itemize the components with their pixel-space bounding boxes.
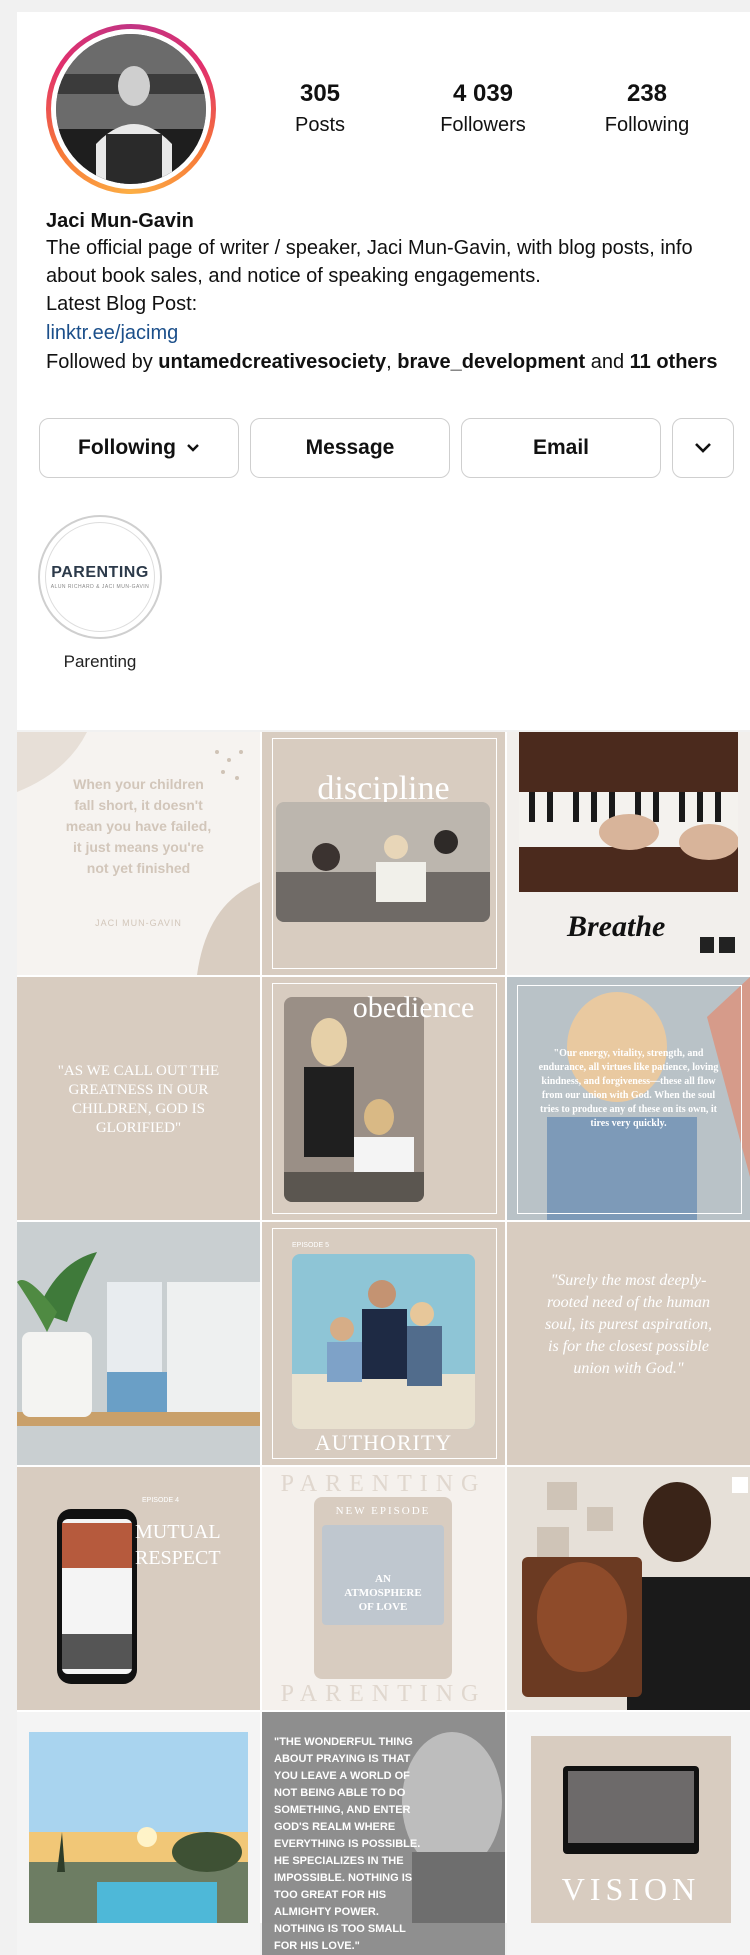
post-tile-7[interactable]: [17, 1222, 260, 1465]
posts-count: 305: [299, 80, 341, 107]
post-10-episode: EPISODE 4: [142, 1497, 179, 1504]
post-3-piano-photo: [519, 732, 738, 892]
highlight-cover-subtitle: ALUN RICHARD & JACI MUN-GAVIN: [50, 584, 150, 590]
avatar-photo: [56, 34, 206, 184]
highlight-cover: PARENTING ALUN RICHARD & JACI MUN-GAVIN: [45, 522, 155, 632]
posts-label: Posts: [294, 114, 346, 136]
followed-by-and: and: [585, 351, 630, 373]
post-11-episode: NEW EPISODE: [335, 1505, 431, 1517]
chevron-down-icon: [695, 443, 711, 453]
post-8-episode: EPISODE 5: [292, 1242, 329, 1249]
stat-posts[interactable]: 305 Posts: [240, 80, 400, 137]
post-13-photo: [29, 1732, 248, 1923]
post-15-laptop: [563, 1766, 699, 1854]
post-6-quote: "Our energy, vitality, strength, and end…: [538, 1048, 719, 1129]
following-button-label: Following: [78, 436, 176, 459]
post-tile-8[interactable]: EPISODE 5 AUTHORITY: [262, 1222, 505, 1465]
post-14-quote: "THE WONDERFUL THING ABOUT PRAYING IS TH…: [274, 1736, 421, 1952]
post-2-photo: [276, 802, 490, 922]
status-strip: [0, 0, 750, 12]
bio-line-3: Latest Blog Post:: [46, 293, 198, 315]
stat-following[interactable]: 238 Following: [567, 80, 727, 137]
post-15-panel: VISION: [531, 1736, 731, 1923]
follower-user-1[interactable]: untamedcreativesociety: [158, 351, 386, 373]
email-button-label: Email: [532, 436, 590, 459]
email-button[interactable]: Email: [461, 418, 661, 478]
post-7-books-photo: [17, 1222, 260, 1465]
post-5-photo: [284, 997, 424, 1202]
bio-line-2: about book sales, and notice of speaking…: [46, 265, 541, 287]
post-tile-4[interactable]: "AS WE CALL OUT THE GREATNESS IN OUR CHI…: [17, 977, 260, 1220]
profile-name: Jaci Mun-Gavin: [46, 210, 194, 232]
following-button[interactable]: Following: [39, 418, 239, 478]
post-9-quote: "Surely the most deeply-rooted need of t…: [545, 1272, 712, 1377]
profile-avatar[interactable]: [46, 24, 216, 194]
reel-icon: [700, 937, 714, 953]
post-15-title: VISION: [561, 1871, 701, 1907]
profile-header: 305 Posts 4 039 Followers 238 Following …: [17, 12, 750, 730]
post-tile-12[interactable]: [507, 1467, 750, 1710]
followed-by-others[interactable]: 11 others: [630, 351, 718, 373]
bio-link[interactable]: linktr.ee/jacimg: [46, 319, 178, 347]
post-3-script: Breathe: [567, 910, 666, 943]
post-10-phone: [57, 1509, 137, 1684]
post-tile-1[interactable]: When your children fall short, it doesn'…: [17, 732, 260, 975]
followed-by-prefix: Followed by: [46, 351, 159, 373]
post-11-word-bottom: PARENTING: [280, 1681, 487, 1707]
post-10-title: MUTUAL RESPECT: [135, 1521, 221, 1569]
post-11-title: AN ATMOSPHERE OF LOVE: [344, 1573, 422, 1613]
following-count: 238: [626, 80, 668, 107]
post-tile-5[interactable]: obedience: [262, 977, 505, 1220]
post-1-author: JACI MUN-GAVIN: [95, 918, 182, 928]
post-5-title: obedience: [352, 991, 475, 1024]
stat-followers[interactable]: 4 039 Followers: [403, 80, 563, 137]
following-label: Following: [604, 114, 690, 136]
carousel-icon: [719, 937, 735, 953]
message-button[interactable]: Message: [250, 418, 450, 478]
more-options-button[interactable]: [672, 418, 734, 478]
highlight-parenting[interactable]: PARENTING ALUN RICHARD & JACI MUN-GAVIN: [38, 515, 162, 639]
post-tile-13[interactable]: [17, 1712, 260, 1955]
post-12-photo: [507, 1467, 750, 1710]
followed-by-sep: ,: [386, 351, 398, 373]
post-8-title: AUTHORITY: [314, 1430, 453, 1455]
post-tile-2[interactable]: discipline: [262, 732, 505, 975]
post-8-photo: [292, 1254, 475, 1429]
followers-label: Followers: [440, 114, 526, 136]
follower-user-2[interactable]: brave_development: [397, 351, 585, 373]
post-1-quote: When your children fall short, it doesn'…: [65, 776, 212, 876]
highlight-cover-title: PARENTING: [51, 564, 149, 581]
followers-count: 4 039: [452, 80, 514, 107]
post-11-word: PARENTING: [280, 1471, 487, 1497]
message-button-label: Message: [305, 436, 395, 459]
chevron-down-icon: [187, 444, 199, 452]
post-tile-9[interactable]: "Surely the most deeply-rooted need of t…: [507, 1222, 750, 1465]
followed-by: Followed by untamedcreativesociety, brav…: [46, 348, 736, 376]
posts-grid: When your children fall short, it doesn'…: [17, 732, 750, 1955]
post-4-quote: "AS WE CALL OUT THE GREATNESS IN OUR CHI…: [57, 1063, 220, 1136]
post-tile-15[interactable]: VISION: [507, 1712, 750, 1955]
post-tile-11[interactable]: PARENTING PARENTING NEW EPISODE AN ATMOS…: [262, 1467, 505, 1710]
post-tile-14[interactable]: "THE WONDERFUL THING ABOUT PRAYING IS TH…: [262, 1712, 505, 1955]
post-tile-3[interactable]: Breathe: [507, 732, 750, 975]
bio-line-1: The official page of writer / speaker, J…: [46, 237, 693, 259]
post-tile-6[interactable]: "Our energy, vitality, strength, and end…: [507, 977, 750, 1220]
highlight-label: Parenting: [63, 652, 137, 671]
post-11-card: NEW EPISODE AN ATMOSPHERE OF LOVE: [314, 1497, 452, 1679]
post-tile-10[interactable]: EPISODE 4 MUTUAL RESPECT: [17, 1467, 260, 1710]
